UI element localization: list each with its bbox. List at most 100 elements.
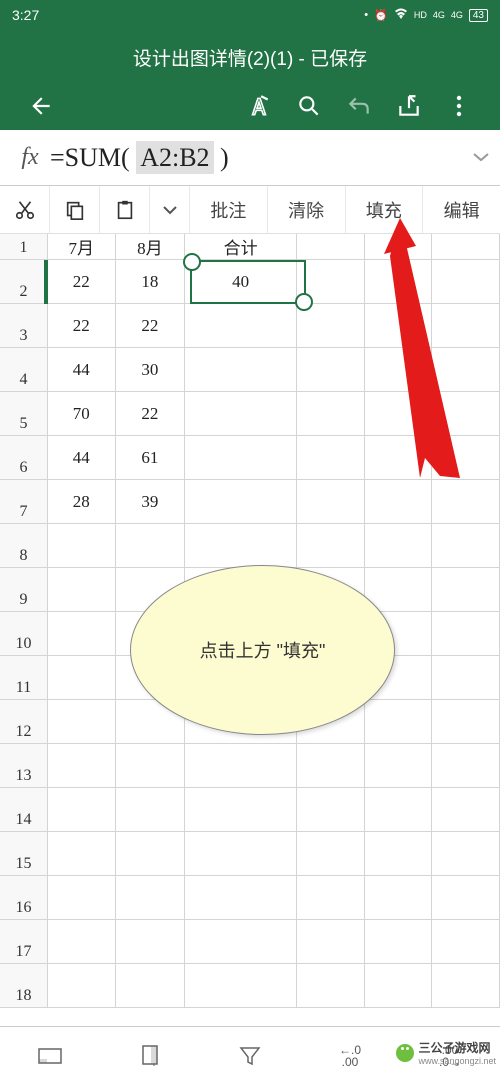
row-header[interactable]: 18 — [0, 964, 48, 1008]
row-header[interactable]: 5 — [0, 392, 48, 436]
row-header[interactable]: 17 — [0, 920, 48, 964]
cell[interactable] — [48, 524, 116, 568]
cell[interactable] — [365, 744, 433, 788]
cell[interactable] — [48, 656, 116, 700]
cell[interactable] — [185, 524, 297, 568]
cell[interactable] — [48, 568, 116, 612]
cell[interactable] — [185, 832, 297, 876]
cut-button[interactable] — [0, 186, 50, 233]
cell[interactable] — [297, 876, 365, 920]
font-style-button[interactable] — [240, 87, 278, 125]
cell[interactable] — [365, 304, 433, 348]
cell[interactable]: 22 — [48, 260, 116, 304]
cell[interactable] — [297, 788, 365, 832]
undo-button[interactable] — [340, 87, 378, 125]
cell[interactable] — [432, 260, 500, 304]
cell[interactable] — [432, 788, 500, 832]
cell[interactable] — [432, 436, 500, 480]
row-header[interactable]: 10 — [0, 612, 48, 656]
cell[interactable] — [432, 612, 500, 656]
toolbar-more-button[interactable] — [150, 186, 190, 233]
cell[interactable] — [297, 964, 365, 1008]
cell[interactable] — [297, 304, 365, 348]
cell[interactable] — [48, 832, 116, 876]
row-header[interactable]: 13 — [0, 744, 48, 788]
sheet-tab-button[interactable] — [0, 1045, 100, 1067]
cell[interactable] — [185, 788, 297, 832]
cell[interactable] — [185, 876, 297, 920]
more-button[interactable] — [440, 87, 478, 125]
cell[interactable] — [48, 788, 116, 832]
share-button[interactable] — [390, 87, 428, 125]
cell[interactable] — [297, 480, 365, 524]
row-header[interactable]: 11 — [0, 656, 48, 700]
row-header[interactable]: 9 — [0, 568, 48, 612]
back-button[interactable] — [22, 87, 60, 125]
clear-button[interactable]: 清除 — [268, 186, 346, 233]
cell[interactable] — [185, 920, 297, 964]
cell[interactable]: 28 — [48, 480, 116, 524]
cell[interactable] — [432, 744, 500, 788]
cell[interactable]: 70 — [48, 392, 116, 436]
cell-selected[interactable]: 40 — [185, 260, 297, 304]
row-header[interactable]: 3 — [0, 304, 48, 348]
decrease-decimal-button[interactable]: ←.0.00 — [300, 1044, 400, 1068]
col-header-c[interactable]: 合计 — [185, 234, 297, 260]
cell[interactable] — [365, 260, 433, 304]
cell[interactable] — [297, 436, 365, 480]
cell[interactable] — [48, 612, 116, 656]
cell[interactable] — [48, 876, 116, 920]
cell[interactable] — [432, 964, 500, 1008]
row-header[interactable]: 2 — [0, 260, 48, 304]
row-header[interactable]: 8 — [0, 524, 48, 568]
cell[interactable] — [432, 480, 500, 524]
row-header[interactable]: 6 — [0, 436, 48, 480]
cell[interactable] — [432, 920, 500, 964]
cell[interactable] — [365, 964, 433, 1008]
cell[interactable] — [432, 524, 500, 568]
cell[interactable] — [432, 392, 500, 436]
cell[interactable] — [365, 392, 433, 436]
cell[interactable] — [116, 788, 186, 832]
row-header[interactable]: 14 — [0, 788, 48, 832]
cell[interactable] — [116, 964, 186, 1008]
cell[interactable] — [365, 348, 433, 392]
cell[interactable]: 22 — [48, 304, 116, 348]
cell[interactable]: 39 — [116, 480, 186, 524]
cell[interactable] — [297, 920, 365, 964]
cell[interactable] — [185, 436, 297, 480]
cell[interactable] — [365, 234, 433, 260]
cell[interactable] — [116, 876, 186, 920]
cell[interactable] — [297, 832, 365, 876]
cell[interactable] — [432, 832, 500, 876]
cell[interactable] — [365, 920, 433, 964]
cell[interactable]: 44 — [48, 436, 116, 480]
comment-button[interactable]: 批注 — [190, 186, 268, 233]
cell[interactable] — [432, 234, 500, 260]
row-header[interactable]: 12 — [0, 700, 48, 744]
cell[interactable] — [116, 524, 186, 568]
fill-button[interactable]: 填充 — [346, 186, 424, 233]
cell[interactable] — [116, 832, 186, 876]
cell[interactable] — [432, 656, 500, 700]
row-header[interactable]: 7 — [0, 480, 48, 524]
cell[interactable] — [365, 832, 433, 876]
cell[interactable] — [48, 920, 116, 964]
copy-button[interactable] — [50, 186, 100, 233]
cell[interactable] — [185, 304, 297, 348]
column-button[interactable] — [100, 1044, 200, 1068]
edit-button[interactable]: 编辑 — [423, 186, 500, 233]
cell[interactable]: 61 — [116, 436, 186, 480]
cell[interactable] — [297, 392, 365, 436]
row-header[interactable]: 16 — [0, 876, 48, 920]
cell[interactable]: 44 — [48, 348, 116, 392]
cell[interactable] — [297, 744, 365, 788]
cell[interactable] — [185, 392, 297, 436]
cell[interactable] — [185, 744, 297, 788]
cell[interactable] — [48, 744, 116, 788]
cell[interactable] — [432, 876, 500, 920]
filter-button[interactable] — [200, 1045, 300, 1067]
cell[interactable] — [432, 568, 500, 612]
formula-bar[interactable]: fx =SUM( A2:B2 ) — [0, 130, 500, 186]
cell[interactable] — [185, 480, 297, 524]
